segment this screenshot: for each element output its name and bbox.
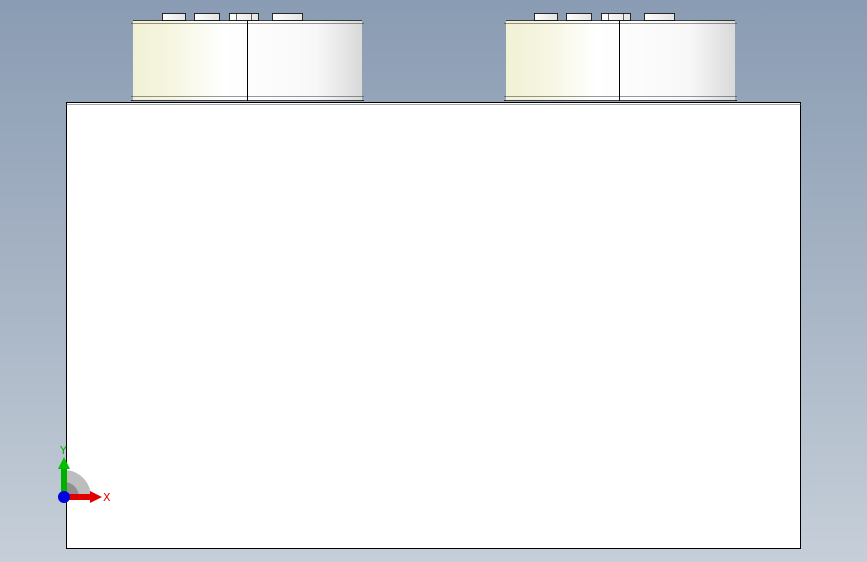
axis-triad: Y X: [58, 444, 111, 504]
left-stud-2: [194, 13, 220, 21]
y-axis-label: Y: [59, 444, 67, 457]
left-stud-4: [272, 13, 303, 21]
graphics-viewport[interactable]: Y X: [0, 0, 867, 562]
left-stud-1: [162, 13, 186, 21]
model-view[interactable]: [0, 0, 867, 562]
right-stud-4: [644, 13, 675, 21]
z-axis-indicator: [58, 491, 70, 503]
left-cylinder[interactable]: [131, 13, 364, 102]
right-cylinder[interactable]: [504, 13, 737, 102]
right-stud-1: [534, 13, 558, 21]
right-stud-2: [566, 13, 592, 21]
base-block[interactable]: [66, 102, 801, 549]
right-stud-3: [601, 13, 631, 21]
x-axis-label: X: [103, 491, 111, 504]
left-stud-3: [229, 13, 259, 21]
